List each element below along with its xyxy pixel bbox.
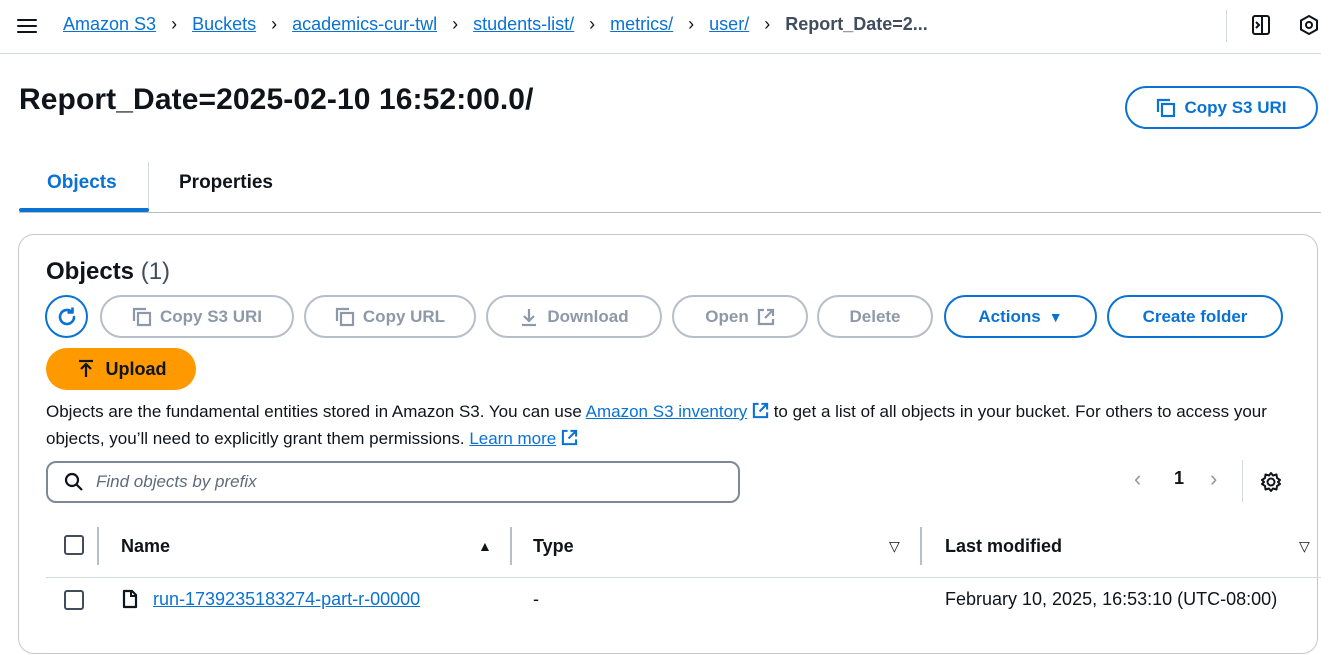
- next-page-icon[interactable]: ›: [1210, 466, 1217, 492]
- divider: [1242, 460, 1243, 502]
- search-icon: [64, 472, 83, 491]
- external-link-icon: [757, 308, 774, 325]
- breadcrumb-metrics[interactable]: metrics/: [610, 14, 673, 35]
- file-icon: [122, 589, 138, 609]
- row-checkbox[interactable]: [64, 590, 84, 610]
- copy-url-button[interactable]: Copy URL: [304, 295, 476, 338]
- panel-toggle-icon[interactable]: [1250, 14, 1272, 36]
- create-folder-button[interactable]: Create folder: [1107, 295, 1283, 338]
- description-text: Objects are the fundamental entities sto…: [46, 402, 586, 421]
- breadcrumb-user[interactable]: user/: [709, 14, 749, 35]
- s3-inventory-link[interactable]: Amazon S3 inventory: [586, 402, 748, 421]
- object-type: -: [533, 589, 539, 609]
- upload-icon: [78, 359, 93, 377]
- delete-label: Delete: [849, 306, 901, 326]
- delete-button[interactable]: Delete: [817, 295, 933, 338]
- breadcrumb-bucket[interactable]: academics-cur-twl: [292, 14, 437, 35]
- upload-button[interactable]: Upload: [46, 348, 196, 390]
- actions-label: Actions: [978, 306, 1041, 326]
- copy-url-label: Copy URL: [362, 306, 446, 326]
- tab-properties[interactable]: Properties: [179, 172, 273, 194]
- sort-ascending-icon[interactable]: ▲: [478, 538, 492, 554]
- actions-dropdown-button[interactable]: Actions ▼: [944, 295, 1097, 338]
- tab-bar: Objects Properties: [19, 160, 1321, 213]
- tab-divider: [148, 162, 149, 210]
- active-tab-indicator: [19, 208, 149, 212]
- chevron-right-icon: ›: [764, 14, 771, 34]
- open-button[interactable]: Open: [672, 295, 808, 338]
- table-row-divider: [46, 577, 1321, 578]
- copy-s3-uri-button[interactable]: Copy S3 URI: [100, 295, 294, 338]
- create-folder-label: Create folder: [1142, 306, 1248, 326]
- refresh-button[interactable]: [45, 295, 88, 338]
- chevron-right-icon: ›: [271, 14, 278, 34]
- objects-heading: Objects (1): [46, 258, 170, 286]
- breadcrumb-current: Report_Date=2...: [785, 14, 928, 34]
- page-title: Report_Date=2025-02-10 16:52:00.0/: [19, 83, 534, 116]
- objects-heading-title: Objects: [46, 258, 135, 285]
- download-icon: [522, 308, 537, 326]
- download-label: Download: [547, 306, 629, 326]
- previous-page-icon[interactable]: ‹: [1134, 466, 1141, 492]
- upload-label: Upload: [105, 358, 167, 379]
- caret-down-icon: ▼: [1048, 308, 1063, 325]
- menu-icon[interactable]: [17, 16, 37, 36]
- external-link-icon: [752, 402, 769, 419]
- current-page-number[interactable]: 1: [1174, 468, 1184, 489]
- divider: [1226, 10, 1227, 42]
- column-header-type[interactable]: Type: [533, 536, 574, 557]
- sort-icon[interactable]: ▽: [889, 538, 900, 555]
- help-icon[interactable]: [1298, 14, 1320, 36]
- copy-icon: [1157, 98, 1176, 117]
- breadcrumb: Amazon S3 › Buckets › academics-cur-twl …: [63, 14, 928, 35]
- column-divider: [97, 527, 99, 565]
- column-header-name[interactable]: Name: [121, 536, 170, 557]
- refresh-icon: [58, 307, 75, 325]
- breadcrumb-buckets[interactable]: Buckets: [192, 14, 256, 35]
- copy-s3-uri-header-label: Copy S3 URI: [1184, 97, 1287, 117]
- download-button[interactable]: Download: [486, 295, 662, 338]
- object-name-link[interactable]: run-1739235183274-part-r-00000: [153, 589, 420, 610]
- chevron-right-icon: ›: [452, 14, 459, 34]
- external-link-icon: [561, 429, 578, 446]
- column-divider[interactable]: [510, 527, 512, 565]
- sort-icon[interactable]: ▽: [1299, 538, 1310, 555]
- open-label: Open: [705, 306, 749, 326]
- column-header-last-modified[interactable]: Last modified: [945, 536, 1062, 557]
- breadcrumb-amazon-s3[interactable]: Amazon S3: [63, 14, 156, 35]
- chevron-right-icon: ›: [171, 14, 178, 34]
- search-input[interactable]: [94, 471, 698, 493]
- top-bar: Amazon S3 › Buckets › academics-cur-twl …: [0, 0, 1321, 54]
- copy-s3-uri-label: Copy S3 URI: [159, 306, 263, 326]
- objects-description: Objects are the fundamental entities sto…: [46, 398, 1276, 452]
- copy-s3-uri-header-button[interactable]: Copy S3 URI: [1125, 86, 1318, 129]
- tab-objects[interactable]: Objects: [47, 172, 117, 194]
- copy-icon: [132, 307, 152, 326]
- column-divider[interactable]: [920, 527, 922, 565]
- select-all-checkbox[interactable]: [64, 535, 84, 555]
- breadcrumb-students-list[interactable]: students-list/: [473, 14, 574, 35]
- chevron-right-icon: ›: [589, 14, 596, 34]
- search-box[interactable]: [46, 461, 740, 503]
- object-last-modified: February 10, 2025, 16:53:10 (UTC-08:00): [945, 589, 1278, 609]
- objects-count: (1): [140, 258, 171, 285]
- learn-more-link[interactable]: Learn more: [469, 429, 556, 448]
- copy-icon: [335, 307, 355, 326]
- chevron-right-icon: ›: [688, 14, 695, 34]
- settings-gear-icon[interactable]: [1260, 471, 1282, 493]
